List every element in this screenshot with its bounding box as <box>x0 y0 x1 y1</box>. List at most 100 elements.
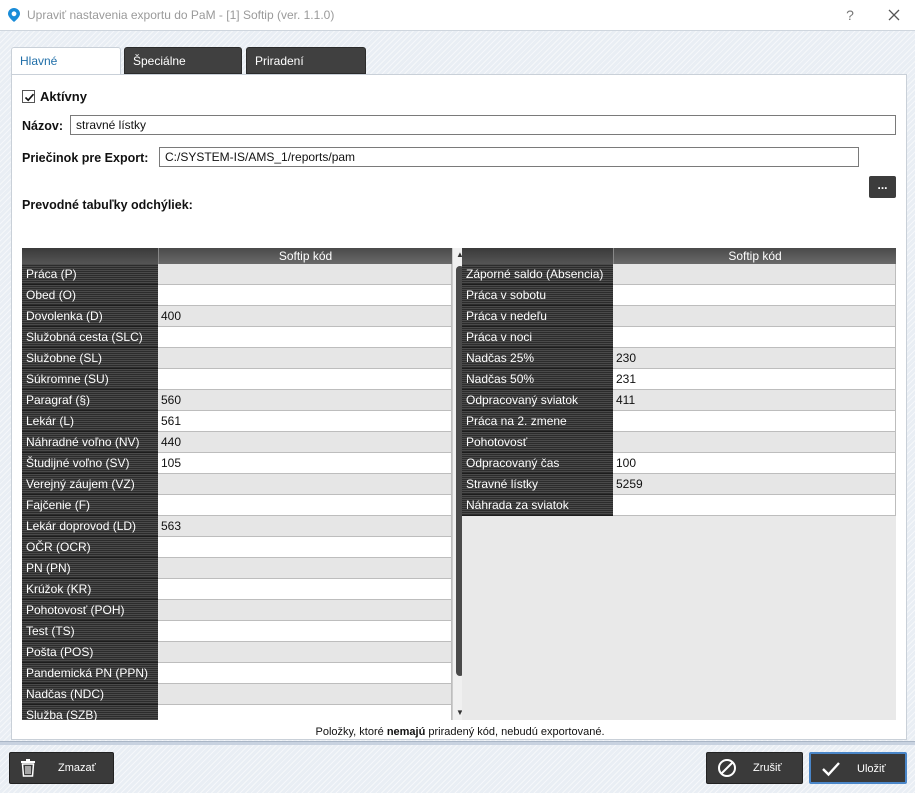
softip-code-cell[interactable] <box>158 264 452 285</box>
table-row: Lekár (L) 561 <box>22 411 466 432</box>
row-header-label: Stravné lístky <box>462 474 613 495</box>
softip-code-cell[interactable] <box>158 348 452 369</box>
softip-code-cell[interactable] <box>158 600 452 621</box>
save-button[interactable]: Uložiť <box>809 752 907 784</box>
table-row: Služobná cesta (SLC) <box>22 327 466 348</box>
row-header-label: Práca v sobotu <box>462 285 613 306</box>
softip-code-cell[interactable] <box>158 474 452 495</box>
table-row: Práca v noci <box>462 327 896 348</box>
table-row: Pandemická PN (PPN) <box>22 663 466 684</box>
table-row: Služba (SZB) <box>22 705 466 720</box>
softip-code-cell[interactable] <box>613 264 896 285</box>
table-row: Študijné voľno (SV) 105 <box>22 453 466 474</box>
softip-code-cell[interactable] <box>158 369 452 390</box>
delete-button[interactable]: Zmazať <box>9 752 114 784</box>
name-input[interactable]: stravné lístky <box>70 115 896 135</box>
softip-code-cell[interactable] <box>158 579 452 600</box>
browse-folder-button[interactable]: ... <box>869 176 896 198</box>
softip-code-cell[interactable] <box>613 411 896 432</box>
softip-code-cell[interactable] <box>158 642 452 663</box>
checkmark-icon <box>822 762 840 777</box>
table-row: Lekár doprovod (LD) 563 <box>22 516 466 537</box>
softip-code-cell[interactable] <box>158 663 452 684</box>
table-row: Stravné lístky 5259 <box>462 474 896 495</box>
table-header: Softip kód <box>22 248 466 264</box>
softip-code-cell[interactable]: 560 <box>158 390 452 411</box>
softip-code-cell[interactable] <box>158 684 452 705</box>
softip-code-cell[interactable] <box>613 432 896 453</box>
note-text: Položky, ktoré <box>315 726 387 738</box>
row-header-label: Služba (SZB) <box>22 705 158 720</box>
softip-code-column-header: Softip kód <box>158 248 452 264</box>
time-codes-table: Softip kód Záporné saldo (Absencia) Práca… <box>462 248 896 720</box>
table-header: Softip kód <box>462 248 896 264</box>
row-header-label: Paragraf (§) <box>22 390 158 411</box>
softip-code-cell[interactable]: 411 <box>613 390 896 411</box>
cancel-circle-icon <box>718 759 736 777</box>
row-header-label: Práca (P) <box>22 264 158 285</box>
softip-code-cell[interactable] <box>158 327 452 348</box>
softip-code-cell[interactable] <box>158 285 452 306</box>
row-header-label: Záporné saldo (Absencia) <box>462 264 613 285</box>
close-button[interactable] <box>882 4 906 26</box>
table-row: Súkromne (SU) <box>22 369 466 390</box>
softip-code-cell[interactable]: 440 <box>158 432 452 453</box>
table-row: Nadčas 50% 231 <box>462 369 896 390</box>
row-header-label: Nadčas (NDC) <box>22 684 158 705</box>
softip-code-cell[interactable]: 400 <box>158 306 452 327</box>
delete-button-label: Zmazať <box>58 762 96 774</box>
tab-main-settings[interactable]: Hlavné nastavenia <box>11 47 121 95</box>
table-row: Paragraf (§) 560 <box>22 390 466 411</box>
tab-assigned-employees[interactable]: Priradení zamestnanci <box>246 47 366 95</box>
softip-code-cell[interactable]: 561 <box>158 411 452 432</box>
main-settings-panel: Aktívny Názov: stravné lístky Priečinok … <box>11 74 907 740</box>
softip-code-cell[interactable] <box>613 306 896 327</box>
row-header-label: Verejný záujem (VZ) <box>22 474 158 495</box>
softip-code-cell[interactable] <box>613 327 896 348</box>
table-row: OČR (OCR) <box>22 537 466 558</box>
close-icon <box>888 9 900 21</box>
table-row: PN (PN) <box>22 558 466 579</box>
table-row: Služobne (SL) <box>22 348 466 369</box>
row-header-label: Pošta (POS) <box>22 642 158 663</box>
softip-code-cell[interactable]: 230 <box>613 348 896 369</box>
trash-icon <box>21 759 35 777</box>
conversion-tables-title: Prevodné tabuľky odchýliek: <box>22 198 193 212</box>
cancel-button-label: Zrušiť <box>753 762 782 774</box>
row-header-label: Služobne (SL) <box>22 348 158 369</box>
row-header-label: Odpracovaný sviatok <box>462 390 613 411</box>
cancel-button[interactable]: Zrušiť <box>706 752 803 784</box>
softip-code-cell[interactable] <box>158 705 452 720</box>
softip-code-cell[interactable]: 100 <box>613 453 896 474</box>
export-folder-input[interactable]: C:/SYSTEM-IS/AMS_1/reports/pam <box>159 147 859 167</box>
row-header-label: Služobná cesta (SLC) <box>22 327 158 348</box>
softip-code-cell[interactable] <box>158 621 452 642</box>
location-pin-icon <box>8 8 20 22</box>
footer-separator <box>0 741 915 745</box>
active-label: Aktívny <box>40 89 87 104</box>
header-corner <box>22 248 158 264</box>
help-button[interactable]: ? <box>840 4 860 26</box>
softip-code-cell[interactable] <box>158 558 452 579</box>
softip-code-cell[interactable] <box>158 537 452 558</box>
row-header-label: Súkromne (SU) <box>22 369 158 390</box>
table-row: Krúžok (KR) <box>22 579 466 600</box>
softip-code-cell[interactable] <box>613 495 896 516</box>
tab-special-settings[interactable]: Špeciálne nastavenia <box>124 47 242 95</box>
title-bar: Upraviť nastavenia exportu do PaM - [1] … <box>0 0 915 30</box>
table-row: Pošta (POS) <box>22 642 466 663</box>
softip-code-cell[interactable]: 105 <box>158 453 452 474</box>
softip-code-cell[interactable]: 5259 <box>613 474 896 495</box>
softip-code-cell[interactable] <box>158 495 452 516</box>
row-header-label: Lekár doprovod (LD) <box>22 516 158 537</box>
table-row: Práca na 2. zmene <box>462 411 896 432</box>
row-header-label: Práca v nedeľu <box>462 306 613 327</box>
softip-code-cell[interactable] <box>613 285 896 306</box>
table-row: Náhrada za sviatok <box>462 495 896 516</box>
row-header-label: Pohotovosť <box>462 432 613 453</box>
active-checkbox[interactable] <box>22 90 35 103</box>
name-label: Názov: <box>22 119 63 133</box>
softip-code-cell[interactable]: 563 <box>158 516 452 537</box>
softip-code-cell[interactable]: 231 <box>613 369 896 390</box>
absence-codes-table: Softip kód Práca (P) Obed (O) Dovolenka (D… <box>22 248 466 720</box>
